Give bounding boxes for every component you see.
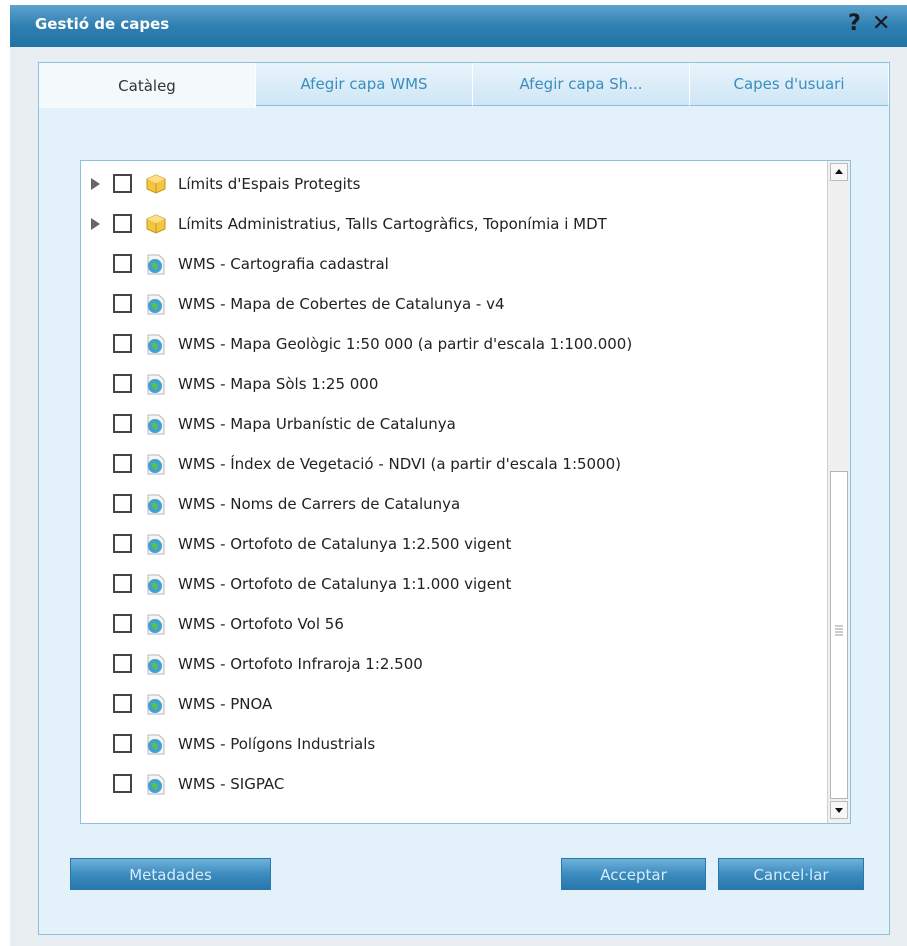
layer-checkbox[interactable] <box>113 534 132 553</box>
tab-label: Capes d'usuari <box>733 75 845 93</box>
layer-row[interactable]: WMS - Mapa Geològic 1:50 000 (a partir d… <box>81 326 841 366</box>
layer-manager-dialog: Gestió de capes ? ✕ Catàleg Afegir capa … <box>10 5 907 946</box>
layer-label: WMS - Ortofoto de Catalunya 1:2.500 vige… <box>178 535 512 553</box>
layer-row[interactable]: Límits d'Espais Protegits <box>81 166 841 206</box>
globe-icon <box>147 694 165 715</box>
grip-icon <box>835 625 843 636</box>
layer-label: WMS - Ortofoto de Catalunya 1:1.000 vige… <box>178 575 512 593</box>
layer-row[interactable]: WMS - Ortofoto de Catalunya 1:2.500 vige… <box>81 526 841 566</box>
close-icon[interactable]: ✕ <box>872 11 890 37</box>
tab-label: Afegir capa Sh... <box>519 75 643 93</box>
layer-checkbox[interactable] <box>113 734 132 753</box>
layer-row[interactable]: WMS - Noms de Carrers de Catalunya <box>81 486 841 526</box>
layer-row[interactable]: WMS - Cartografia cadastral <box>81 246 841 286</box>
layer-row[interactable]: Límits Administratius, Talls Cartogràfic… <box>81 206 841 246</box>
globe-icon <box>147 454 165 475</box>
layer-catalog-list[interactable]: Límits d'Espais Protegits Límits Administ… <box>80 160 851 824</box>
expand-arrow-icon[interactable] <box>91 218 100 230</box>
tab-panel: Catàleg Afegir capa WMS Afegir capa Sh..… <box>38 62 890 935</box>
layer-row[interactable]: WMS - Mapa Urbanístic de Catalunya <box>81 406 841 446</box>
dialog-titlebar[interactable]: Gestió de capes ? ✕ <box>10 5 907 47</box>
layer-row[interactable]: WMS - Polígons Industrials <box>81 726 841 766</box>
layer-checkbox[interactable] <box>113 614 132 633</box>
layer-checkbox[interactable] <box>113 654 132 673</box>
layer-row[interactable]: WMS - PNOA <box>81 686 841 726</box>
layer-row[interactable]: WMS - Índex de Vegetació - NDVI (a parti… <box>81 446 841 486</box>
layer-label: WMS - Mapa de Cobertes de Catalunya - v4 <box>178 295 505 313</box>
layer-row[interactable]: WMS - Ortofoto Infraroja 1:2.500 <box>81 646 841 686</box>
tab-cataleg[interactable]: Catàleg <box>39 63 256 108</box>
layer-row[interactable]: WMS - Mapa Sòls 1:25 000 <box>81 366 841 406</box>
layer-label: Límits d'Espais Protegits <box>178 175 361 193</box>
layer-label: Límits Administratius, Talls Cartogràfic… <box>178 215 607 233</box>
globe-icon <box>147 414 165 435</box>
globe-icon <box>147 374 165 395</box>
layer-checkbox[interactable] <box>113 414 132 433</box>
layer-label: WMS - Cartografia cadastral <box>178 255 389 273</box>
tab-bar: Catàleg Afegir capa WMS Afegir capa Sh..… <box>39 63 889 108</box>
caret-down-icon <box>835 808 843 813</box>
layer-checkbox[interactable] <box>113 334 132 353</box>
dialog-title: Gestió de capes <box>35 15 170 33</box>
layer-checkbox[interactable] <box>113 374 132 393</box>
layer-row[interactable]: WMS - SIGPAC <box>81 766 841 806</box>
tab-add-wms[interactable]: Afegir capa WMS <box>256 63 473 106</box>
globe-icon <box>147 734 165 755</box>
layer-label: WMS - Mapa Geològic 1:50 000 (a partir d… <box>178 335 633 353</box>
layer-label: WMS - PNOA <box>178 695 273 713</box>
folder-cube-icon <box>146 214 166 234</box>
layer-checkbox[interactable] <box>113 254 132 273</box>
layer-label: WMS - Noms de Carrers de Catalunya <box>178 495 461 513</box>
layer-label: WMS - SIGPAC <box>178 775 285 793</box>
globe-icon <box>147 654 165 675</box>
layer-row[interactable]: WMS - Mapa de Cobertes de Catalunya - v4 <box>81 286 841 326</box>
layer-label: WMS - Índex de Vegetació - NDVI (a parti… <box>178 455 622 473</box>
expand-arrow-icon[interactable] <box>91 178 100 190</box>
globe-icon <box>147 574 165 595</box>
help-icon[interactable]: ? <box>848 11 861 37</box>
scroll-down-button[interactable] <box>830 801 848 819</box>
layer-checkbox[interactable] <box>113 174 132 193</box>
layer-row[interactable]: WMS - Ortofoto de Catalunya 1:1.000 vige… <box>81 566 841 606</box>
layer-label: WMS - Ortofoto Vol 56 <box>178 615 344 633</box>
caret-up-icon <box>835 169 843 174</box>
folder-cube-icon <box>146 174 166 194</box>
globe-icon <box>147 494 165 515</box>
globe-icon <box>147 294 165 315</box>
layer-label: WMS - Mapa Urbanístic de Catalunya <box>178 415 456 433</box>
vertical-scrollbar[interactable] <box>827 161 850 823</box>
layer-checkbox[interactable] <box>113 454 132 473</box>
layer-label: WMS - Ortofoto Infraroja 1:2.500 <box>178 655 423 673</box>
layer-label: WMS - Mapa Sòls 1:25 000 <box>178 375 379 393</box>
layer-checkbox[interactable] <box>113 574 132 593</box>
accept-button[interactable]: Acceptar <box>561 858 706 890</box>
tab-add-shapefile[interactable]: Afegir capa Sh... <box>473 63 690 106</box>
layer-checkbox[interactable] <box>113 214 132 233</box>
layer-label: WMS - Polígons Industrials <box>178 735 376 753</box>
globe-icon <box>147 534 165 555</box>
layer-checkbox[interactable] <box>113 774 132 793</box>
layer-checkbox[interactable] <box>113 494 132 513</box>
globe-icon <box>147 334 165 355</box>
layer-row[interactable]: WMS - Ortofoto Vol 56 <box>81 606 841 646</box>
metadata-button[interactable]: Metadades <box>70 858 271 890</box>
tab-label: Catàleg <box>118 77 176 95</box>
globe-icon <box>147 614 165 635</box>
cancel-button[interactable]: Cancel·lar <box>718 858 864 890</box>
layer-checkbox[interactable] <box>113 694 132 713</box>
globe-icon <box>147 254 165 275</box>
tab-label: Afegir capa WMS <box>300 75 428 93</box>
globe-icon <box>147 774 165 795</box>
scroll-up-button[interactable] <box>830 163 848 181</box>
layer-checkbox[interactable] <box>113 294 132 313</box>
scrollbar-thumb[interactable] <box>830 471 848 799</box>
tab-user-layers[interactable]: Capes d'usuari <box>690 63 889 106</box>
